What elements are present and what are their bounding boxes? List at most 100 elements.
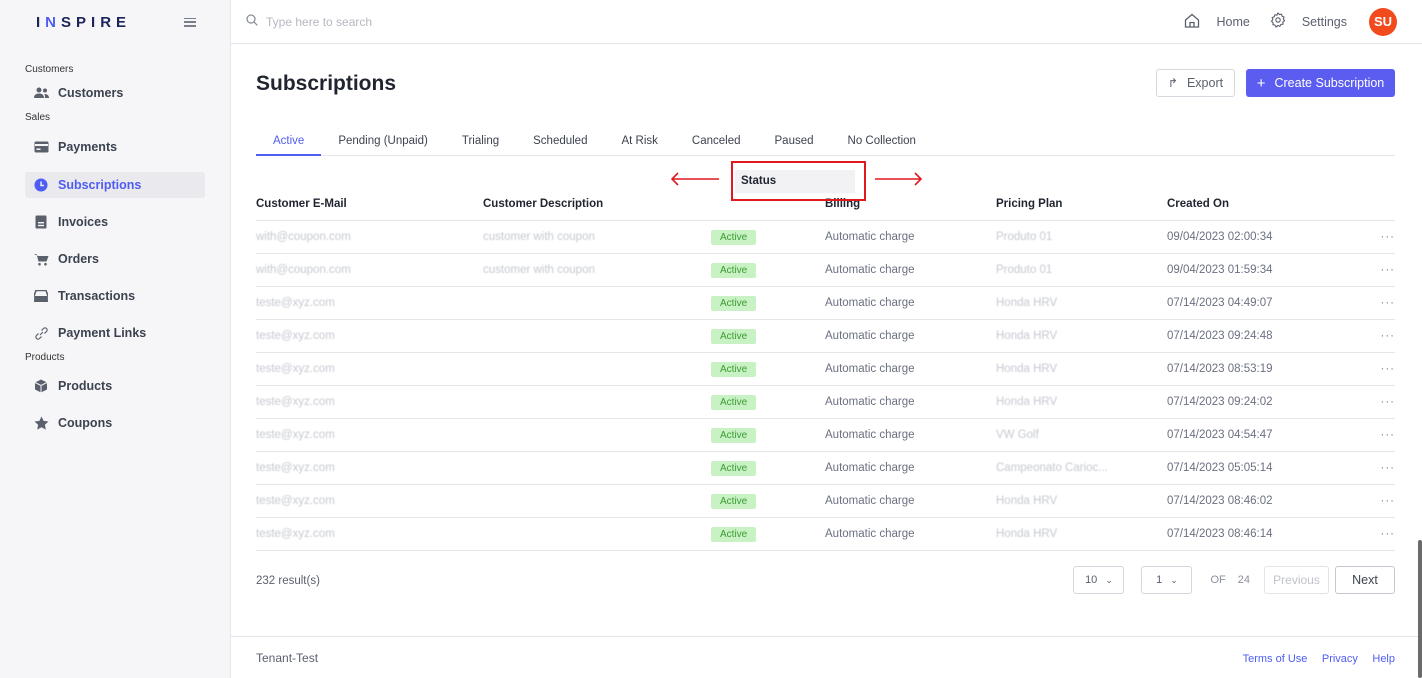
column-header-created[interactable]: Created On (1167, 198, 1367, 210)
table-row[interactable]: teste@xyz.com Active Automatic charge Honda… (256, 485, 1395, 518)
cell-billing: Automatic charge (825, 495, 915, 507)
cell-billing: Automatic charge (825, 528, 915, 540)
cell-billing: Automatic charge (825, 462, 915, 474)
tab-scheduled[interactable]: Scheduled (516, 126, 604, 156)
cell-description: customer with coupon (483, 264, 595, 276)
cell-billing: Automatic charge (825, 264, 915, 276)
column-header-description[interactable]: Customer Description (483, 198, 711, 210)
sidebar-item-coupons[interactable]: Coupons (25, 410, 205, 436)
section-label-products: Products (25, 352, 65, 363)
export-label: Export (1186, 76, 1224, 90)
previous-button[interactable]: Previous (1264, 566, 1329, 594)
cell-created: 07/14/2023 08:53:19 (1167, 363, 1273, 375)
status-badge: Active (711, 460, 757, 476)
cell-plan: Produto 01 (996, 231, 1053, 243)
tab-active[interactable]: Active (256, 126, 322, 156)
tab-canceled[interactable]: Canceled (675, 126, 758, 156)
cell-status: Active (711, 328, 825, 344)
clock-icon (33, 177, 49, 193)
cart-icon (33, 251, 49, 267)
cell-plan: Honda HRV (996, 363, 1058, 375)
table-row[interactable]: teste@xyz.com Active Automatic charge Honda… (256, 353, 1395, 386)
sidebar-item-subscriptions[interactable]: Subscriptions (25, 172, 205, 198)
column-header-email[interactable]: Customer E-Mail (256, 198, 483, 210)
status-badge: Active (711, 229, 757, 245)
page-size-select[interactable]: 10 ⌄ (1073, 566, 1125, 594)
footer-links: Terms of Use Privacy Help (1233, 649, 1395, 667)
export-button[interactable]: ↱ Export (1156, 69, 1235, 97)
cell-status: Active (711, 262, 825, 278)
more-actions-icon[interactable]: ··· (1367, 330, 1395, 342)
tab-pending[interactable]: Pending (Unpaid) (321, 126, 445, 156)
more-actions-icon[interactable]: ··· (1367, 231, 1395, 243)
cell-billing: Automatic charge (825, 231, 915, 243)
tab-at-risk[interactable]: At Risk (604, 126, 674, 156)
sidebar-item-invoices[interactable]: Invoices (25, 209, 205, 235)
sidebar-item-payment-links[interactable]: Payment Links (25, 320, 205, 346)
sidebar: INSPIRE Customers Customers Sales Paymen… (0, 0, 231, 678)
cell-email: teste@xyz.com (256, 363, 335, 375)
table-row[interactable]: teste@xyz.com Active Automatic charge Campe… (256, 452, 1395, 485)
cell-created: 09/04/2023 01:59:34 (1167, 264, 1273, 276)
cell-plan: Produto 01 (996, 264, 1053, 276)
footer: Tenant-Test Terms of Use Privacy Help (231, 636, 1422, 678)
star-icon (33, 415, 49, 431)
cell-plan: Honda HRV (996, 528, 1058, 540)
users-icon (33, 85, 49, 101)
more-actions-icon[interactable]: ··· (1367, 495, 1395, 507)
search-input[interactable] (266, 14, 566, 29)
sidebar-item-orders[interactable]: Orders (25, 246, 205, 272)
sidebar-item-label: Coupons (58, 416, 113, 430)
of-label: OF (1210, 574, 1226, 586)
table-row[interactable]: teste@xyz.com Active Automatic charge Honda… (256, 287, 1395, 320)
more-actions-icon[interactable]: ··· (1367, 396, 1395, 408)
cell-billing: Automatic charge (825, 330, 915, 342)
page-size-value: 10 (1085, 574, 1098, 586)
tab-trialing[interactable]: Trialing (445, 126, 516, 156)
settings-link[interactable]: Settings (1270, 12, 1347, 31)
cell-created: 07/14/2023 08:46:02 (1167, 495, 1273, 507)
inbox-icon (33, 288, 49, 304)
tab-no-collection[interactable]: No Collection (831, 126, 933, 156)
menu-toggle-icon[interactable] (184, 17, 196, 27)
table-row[interactable]: teste@xyz.com Active Automatic charge Honda… (256, 386, 1395, 419)
tab-paused[interactable]: Paused (758, 126, 831, 156)
sidebar-item-products[interactable]: Products (25, 373, 205, 399)
cell-email: teste@xyz.com (256, 297, 335, 309)
table-row[interactable]: teste@xyz.com Active Automatic charge Honda… (256, 320, 1395, 353)
status-badge: Active (711, 295, 757, 311)
table-row[interactable]: teste@xyz.com Active Automatic charge VW Go… (256, 419, 1395, 452)
create-subscription-button[interactable]: + Create Subscription (1246, 69, 1395, 97)
status-badge: Active (711, 394, 757, 410)
more-actions-icon[interactable]: ··· (1367, 528, 1395, 540)
more-actions-icon[interactable]: ··· (1367, 429, 1395, 441)
pagination: 10 ⌄ 1 ⌄ OF 24 Previous Next (1073, 566, 1395, 594)
sidebar-item-transactions[interactable]: Transactions (25, 283, 205, 309)
home-link[interactable]: Home (1184, 13, 1250, 31)
user-avatar[interactable]: SU (1369, 7, 1397, 36)
cell-plan: Honda HRV (996, 495, 1058, 507)
cell-status: Active (711, 295, 825, 311)
search-bar (231, 13, 1164, 31)
status-badge: Active (711, 526, 757, 542)
next-button[interactable]: Next (1335, 566, 1395, 594)
table-row[interactable]: with@coupon.com customer with coupon Activ… (256, 254, 1395, 287)
sidebar-item-customers[interactable]: Customers (25, 80, 205, 106)
page-select[interactable]: 1 ⌄ (1141, 566, 1193, 594)
privacy-link[interactable]: Privacy (1322, 653, 1358, 665)
cell-email: with@coupon.com (256, 231, 351, 243)
table-row[interactable]: with@coupon.com customer with coupon Activ… (256, 221, 1395, 254)
more-actions-icon[interactable]: ··· (1367, 264, 1395, 276)
cell-billing: Automatic charge (825, 363, 915, 375)
logo[interactable]: INSPIRE (36, 14, 131, 31)
table-row[interactable]: teste@xyz.com Active Automatic charge Honda… (256, 518, 1395, 551)
more-actions-icon[interactable]: ··· (1367, 363, 1395, 375)
help-link[interactable]: Help (1372, 653, 1395, 665)
scrollbar[interactable] (1418, 540, 1422, 678)
column-header-plan[interactable]: Pricing Plan (996, 198, 1167, 210)
more-actions-icon[interactable]: ··· (1367, 462, 1395, 474)
more-actions-icon[interactable]: ··· (1367, 297, 1395, 309)
cell-billing: Automatic charge (825, 396, 915, 408)
terms-link[interactable]: Terms of Use (1243, 653, 1308, 665)
sidebar-item-payments[interactable]: Payments (25, 134, 205, 160)
